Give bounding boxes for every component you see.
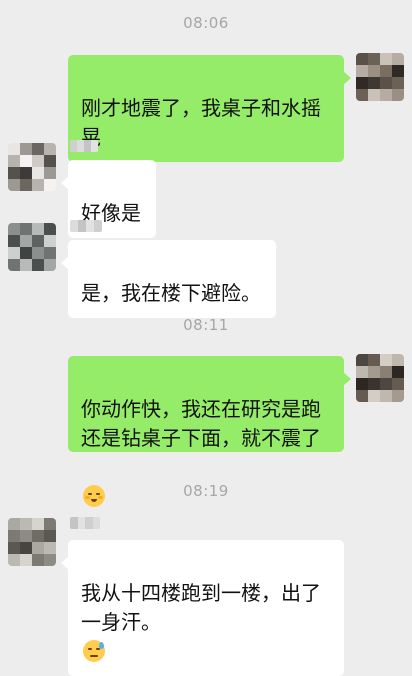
message-bubble-received[interactable]: 我从十四楼跑到一楼，出了 一身汗。 [61,540,344,676]
message-text: 我从十四楼跑到一楼，出了 一身汗。 [81,581,321,634]
message-bubble-sent[interactable]: 刚才地震了，我桌子和水摇 晃 [68,55,351,162]
avatar-contact[interactable] [8,223,56,271]
avatar-contact[interactable] [8,518,56,566]
message-text: 是，我在楼下避险。 [81,281,261,305]
sender-name [70,140,98,152]
message-bubble-received[interactable]: 是，我在楼下避险。 [61,240,276,318]
avatar-contact[interactable] [8,143,56,191]
avatar-self[interactable] [356,354,404,402]
message-bubble-sent[interactable]: 你动作快，我还在研究是跑 还是钻桌子下面，就不震了 [68,356,351,507]
sweat-smile-face-icon [83,640,105,662]
timestamp: 08:19 [183,482,229,500]
message-text: 你动作快，我还在研究是跑 还是钻桌子下面，就不震了 [81,397,321,450]
timestamp: 08:06 [183,14,229,32]
timestamp: 08:11 [183,316,229,334]
message-text: 刚才地震了，我桌子和水摇 晃 [81,96,321,149]
sender-name [70,517,100,529]
sender-name [70,220,102,232]
avatar-self[interactable] [356,53,404,101]
